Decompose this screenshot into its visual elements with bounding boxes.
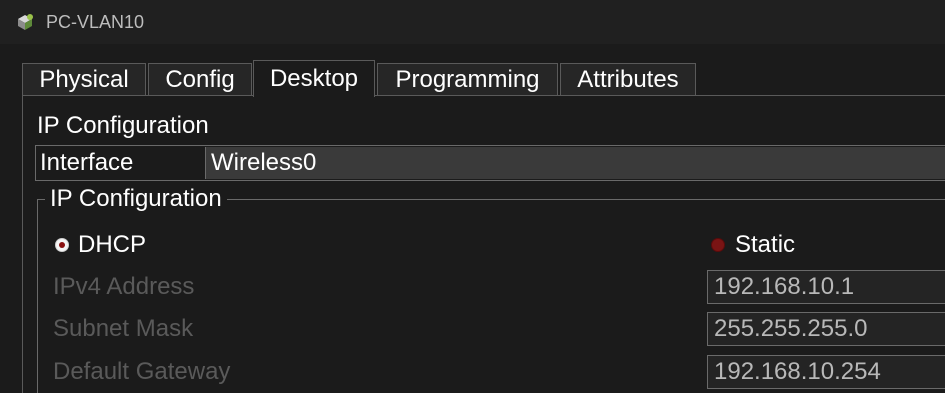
tab-config[interactable]: Config xyxy=(148,63,252,95)
pc-device-icon xyxy=(18,14,33,30)
static-radio-label[interactable]: Static xyxy=(735,231,795,259)
ipv4-address-label: IPv4 Address xyxy=(53,273,195,300)
ip-configuration-title: IP Configuration xyxy=(37,112,209,139)
interface-label: Interface xyxy=(40,149,134,176)
tab-desktop[interactable]: Desktop xyxy=(253,60,375,97)
default-gateway-input[interactable]: 192.168.10.254 xyxy=(707,355,945,389)
default-gateway-label: Default Gateway xyxy=(53,358,231,385)
tab-programming[interactable]: Programming xyxy=(377,63,558,95)
dhcp-radio[interactable] xyxy=(55,238,69,252)
tab-attributes[interactable]: Attributes xyxy=(560,63,696,95)
tab-physical[interactable]: Physical xyxy=(22,63,146,95)
interface-select[interactable]: Wireless0 xyxy=(205,147,945,179)
packet-tracer-device-window: PC-VLAN10 Physical Config Desktop Progra… xyxy=(0,0,945,393)
window-title: PC-VLAN10 xyxy=(46,12,145,32)
dhcp-radio-label[interactable]: DHCP xyxy=(78,231,146,259)
title-bar: PC-VLAN10 xyxy=(0,0,945,44)
ipv4-address-input[interactable]: 192.168.10.1 xyxy=(707,270,945,304)
ip-configuration-group-title: IP Configuration xyxy=(45,185,227,213)
static-radio[interactable] xyxy=(711,238,725,252)
subnet-mask-input[interactable]: 255.255.255.0 xyxy=(707,312,945,346)
group-border-left xyxy=(37,199,38,393)
subnet-mask-label: Subnet Mask xyxy=(53,315,194,342)
